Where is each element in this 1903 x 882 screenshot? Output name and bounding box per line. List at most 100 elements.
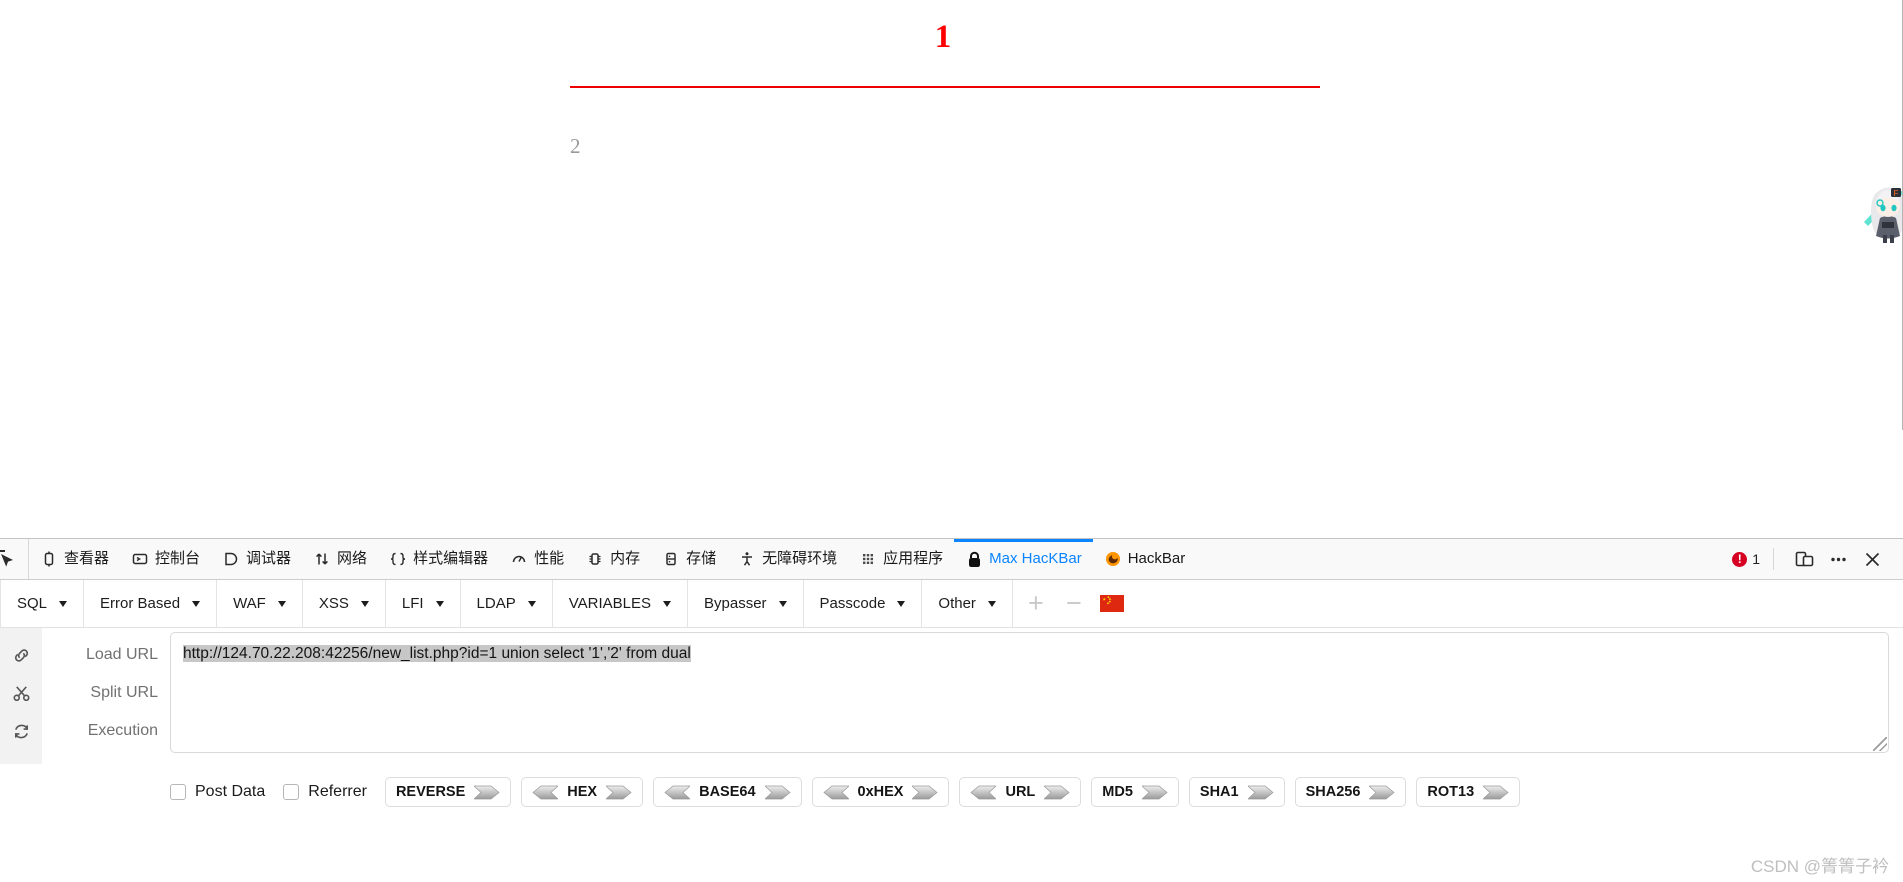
tab-inspector[interactable]: 查看器	[29, 539, 120, 579]
arrow-right-icon	[1141, 785, 1168, 799]
textarea-resize-handle[interactable]	[1873, 737, 1887, 751]
url-input[interactable]: http://124.70.22.208:42256/new_list.php?…	[170, 632, 1889, 753]
payload-menu-variables[interactable]: VARIABLES	[553, 580, 688, 627]
arrow-right-icon	[1044, 785, 1070, 799]
tab-accessibility[interactable]: 无障碍环境	[727, 539, 848, 579]
close-devtools-button[interactable]	[1855, 544, 1889, 574]
devtools-panel: 查看器 控制台 调试器 网络 样式编辑器 性能 内存 存储 无障碍环境 应用程序…	[0, 538, 1903, 882]
devtools-toolbar: 查看器 控制台 调试器 网络 样式编辑器 性能 内存 存储 无障碍环境 应用程序…	[0, 539, 1903, 580]
encoder-label: 0xHEX	[857, 784, 904, 800]
url-textarea-wrapper: http://124.70.22.208:42256/new_list.php?…	[170, 628, 1903, 764]
split-url-button[interactable]	[12, 674, 31, 712]
payload-menu-label: WAF	[233, 595, 266, 612]
payload-menu-passcode[interactable]: Passcode	[804, 580, 923, 627]
encoder-button-0xhex[interactable]: 0xHEX	[811, 777, 950, 807]
encoder-button-reverse[interactable]: REVERSE	[384, 777, 512, 807]
payload-menu-other[interactable]: Other	[922, 580, 1013, 627]
hackbar-payload-toolbar: SQL Error Based WAF XSS LFI LDAP VARIABL…	[0, 580, 1903, 628]
arrow-right-icon	[606, 785, 632, 799]
load-url-label[interactable]: Load URL	[86, 636, 158, 674]
tab-label: 样式编辑器	[413, 550, 489, 567]
encoder-button-base64[interactable]: BASE64	[653, 777, 802, 807]
tab-application[interactable]: 应用程序	[848, 539, 954, 579]
payload-menu-label: LDAP	[476, 595, 516, 612]
error-icon: !	[1732, 551, 1748, 567]
payload-menu-waf[interactable]: WAF	[217, 580, 303, 627]
tab-debugger[interactable]: 调试器	[211, 539, 302, 579]
browser-viewport: 1 2 F	[0, 0, 1903, 538]
more-options-button[interactable]	[1821, 544, 1855, 574]
tab-hackbar[interactable]: HackBar	[1093, 539, 1197, 579]
chevron-down-icon	[778, 600, 787, 607]
payload-menu-label: Error Based	[100, 595, 181, 612]
chevron-down-icon	[59, 600, 68, 607]
encoder-button-rot13[interactable]: ROT13	[1416, 777, 1521, 807]
tab-label: HackBar	[1127, 550, 1186, 567]
execution-button[interactable]	[12, 712, 31, 750]
encoder-label: SHA256	[1305, 784, 1361, 800]
split-url-label[interactable]: Split URL	[90, 674, 158, 712]
payload-menu-lfi[interactable]: LFI	[386, 580, 461, 627]
encoder-button-sha1[interactable]: SHA1	[1188, 777, 1285, 807]
link-icon	[14, 648, 28, 662]
checkbox-box	[170, 784, 186, 800]
payload-menu-sql[interactable]: SQL	[0, 580, 85, 627]
element-picker-icon	[0, 550, 13, 567]
scissors-icon	[12, 685, 30, 701]
style-editor-icon	[389, 550, 407, 568]
performance-icon	[510, 550, 528, 568]
chevron-down-icon	[527, 600, 536, 607]
tab-max-hackbar[interactable]: Max HacKBar	[954, 539, 1093, 579]
tab-storage[interactable]: 存储	[651, 539, 727, 579]
tab-label: 无障碍环境	[762, 550, 838, 567]
tab-label: 内存	[610, 550, 641, 567]
china-flag-icon	[1099, 595, 1124, 612]
accessibility-icon	[738, 550, 756, 568]
element-picker-button[interactable]	[0, 539, 29, 579]
hackbar-action-labels: Load URL Split URL Execution	[42, 628, 170, 764]
payload-menu-error-based[interactable]: Error Based	[84, 580, 218, 627]
payload-menu-label: VARIABLES	[568, 595, 651, 612]
responsive-design-mode-icon	[1795, 551, 1813, 566]
error-count-label: 1	[1752, 551, 1760, 567]
tab-performance[interactable]: 性能	[499, 539, 575, 579]
chevron-down-icon	[663, 600, 671, 607]
add-payload-button[interactable]: +	[1017, 581, 1055, 627]
encoder-button-md5[interactable]: MD5	[1091, 777, 1179, 807]
tab-memory[interactable]: 内存	[575, 539, 651, 579]
chevron-down-icon	[987, 600, 996, 607]
language-flag-button[interactable]	[1093, 581, 1131, 627]
payload-menu-label: XSS	[318, 595, 349, 612]
tab-label: 应用程序	[883, 550, 944, 567]
load-url-button[interactable]	[12, 636, 31, 674]
encoder-button-sha256[interactable]: SHA256	[1294, 777, 1407, 807]
tab-style-editor[interactable]: 样式编辑器	[378, 539, 499, 579]
page-secondary-text: 2	[570, 134, 581, 158]
payload-menu-bypasser[interactable]: Bypasser	[688, 580, 804, 627]
error-count-badge[interactable]: ! 1	[1732, 548, 1774, 570]
tab-console[interactable]: 控制台	[120, 539, 211, 579]
encoder-button-hex[interactable]: HEX	[521, 777, 644, 807]
tab-network[interactable]: 网络	[302, 539, 378, 579]
encoder-label: REVERSE	[395, 784, 466, 800]
payload-menu-ldap[interactable]: LDAP	[461, 580, 553, 627]
responsive-design-mode-button[interactable]	[1787, 544, 1821, 574]
post-data-checkbox[interactable]: Post Data	[170, 783, 265, 801]
devtools-toolbar-right: ! 1	[1732, 539, 1903, 579]
arrow-right-icon	[764, 785, 791, 799]
arrow-left-icon	[532, 785, 559, 799]
debugger-icon	[222, 550, 240, 568]
execution-label[interactable]: Execution	[88, 712, 158, 750]
remove-payload-button[interactable]: −	[1055, 581, 1093, 627]
referrer-checkbox[interactable]: Referrer	[283, 783, 367, 801]
storage-icon	[662, 550, 680, 568]
inspector-icon	[40, 550, 58, 568]
close-icon	[1865, 552, 1879, 566]
encoder-label: SHA1	[1199, 784, 1239, 800]
arrow-right-icon	[1483, 785, 1509, 799]
encoder-button-url[interactable]: URL	[959, 777, 1082, 807]
encoder-label: URL	[1005, 784, 1036, 800]
tab-label: Max HacKBar	[989, 550, 1082, 567]
payload-menu-xss[interactable]: XSS	[303, 580, 386, 627]
memory-icon	[586, 550, 604, 568]
